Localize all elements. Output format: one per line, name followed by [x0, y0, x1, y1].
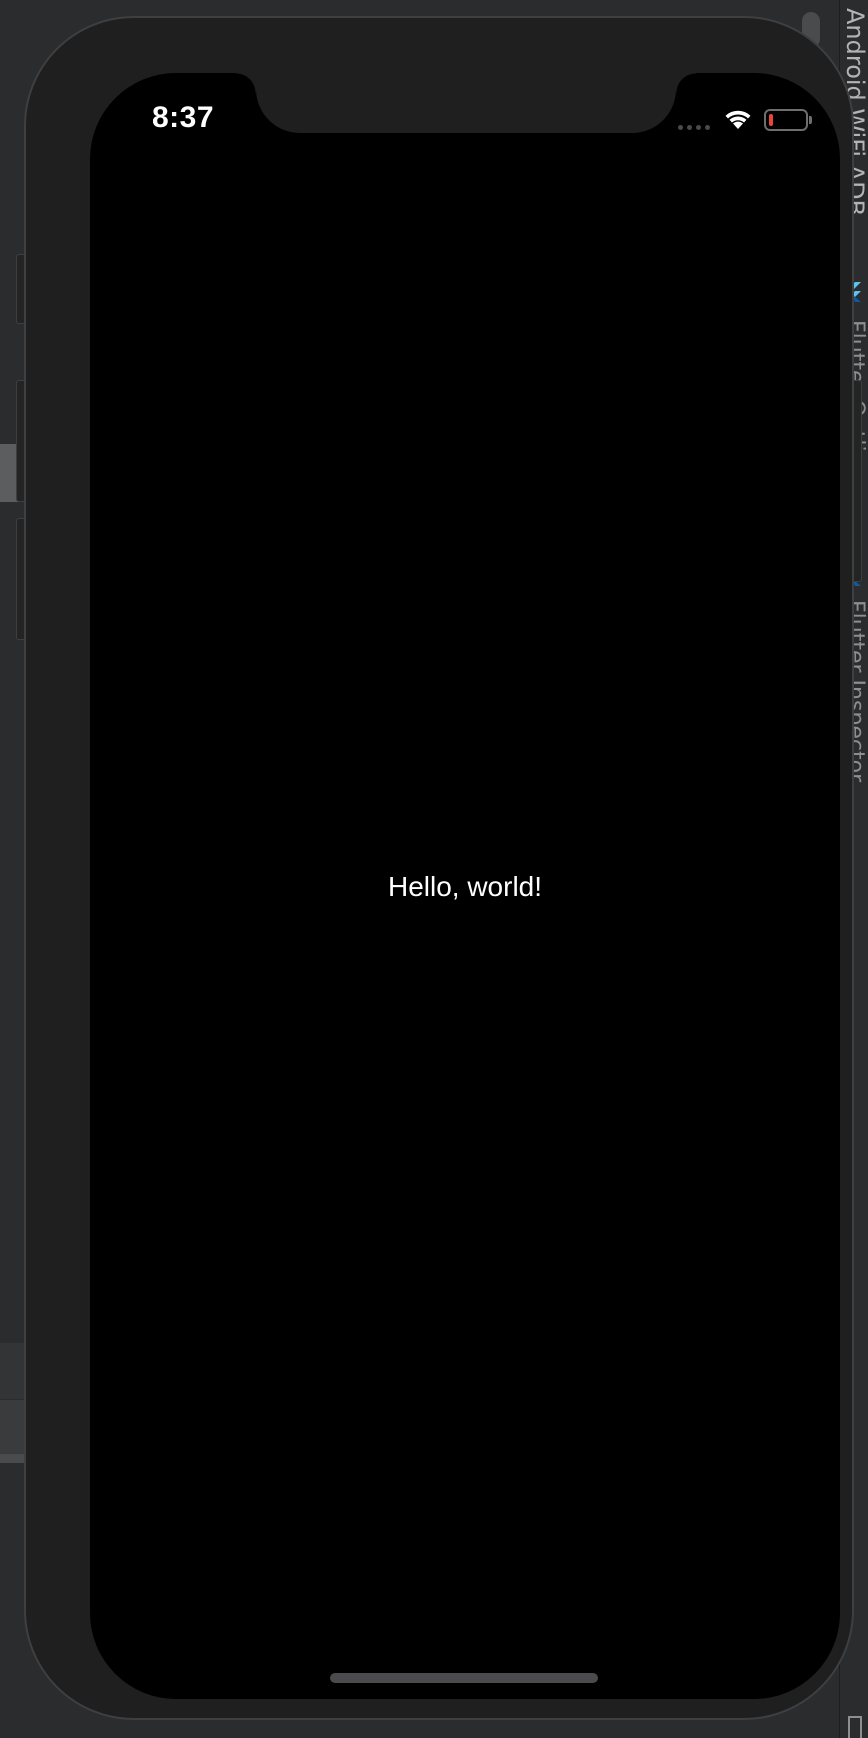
- device-screen: 8:37 Hello, world!: [90, 73, 840, 1699]
- notch: [236, 73, 696, 133]
- wifi-icon: [725, 110, 751, 129]
- battery-cap: [809, 116, 812, 124]
- device-frame: 8:37 Hello, world!: [24, 16, 854, 1720]
- hello-text: Hello, world!: [387, 871, 543, 902]
- cellular-dots-icon: [678, 125, 710, 130]
- tool-window-icon[interactable]: [848, 1716, 862, 1738]
- battery-level-fill: [769, 114, 773, 126]
- status-time: 8:37: [152, 101, 215, 134]
- ide-window: Android WiFi ADB Flutter Outline Flutter…: [0, 0, 868, 1738]
- battery-low-icon: [764, 109, 808, 131]
- home-indicator[interactable]: [330, 1673, 598, 1683]
